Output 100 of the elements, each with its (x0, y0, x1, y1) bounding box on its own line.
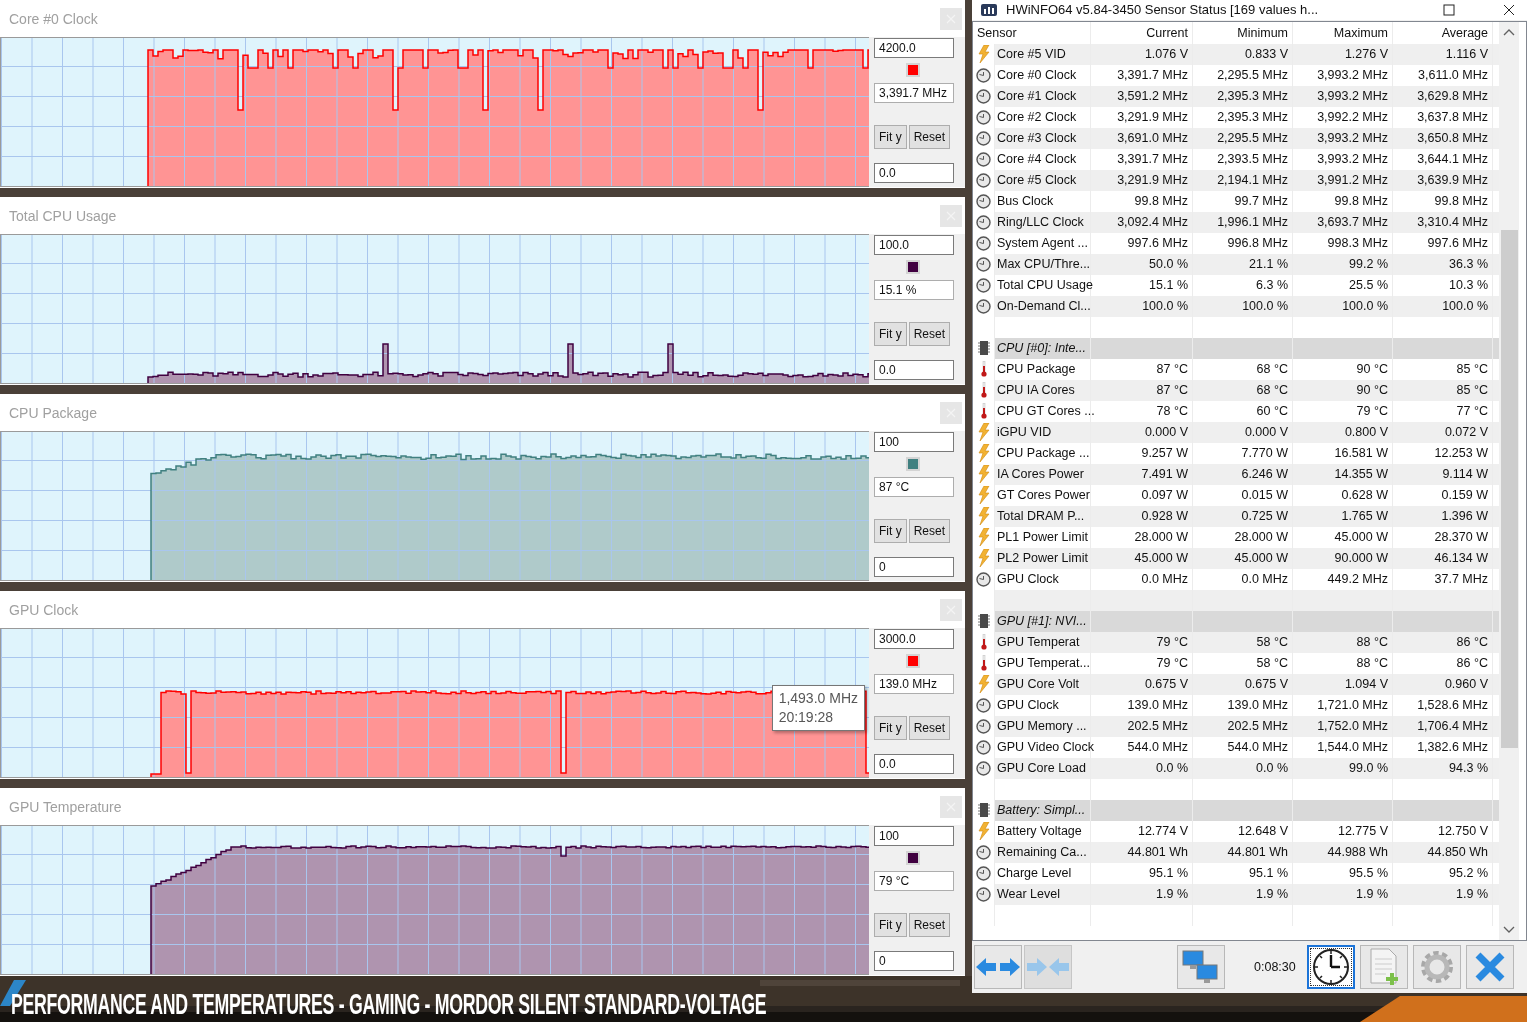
sensor-name[interactable]: Core #3 Clock (995, 127, 1091, 149)
color-swatch[interactable] (906, 457, 920, 471)
value-cell: 58 °C (1193, 652, 1293, 674)
column-header[interactable]: Average (1393, 21, 1493, 44)
value-cell: 0.000 V (1193, 421, 1293, 443)
maximize-icon[interactable] (1443, 3, 1455, 16)
sensor-name[interactable]: CPU Package ... (995, 442, 1091, 464)
max-field[interactable]: 100 (874, 826, 954, 846)
sensor-name[interactable]: Battery Voltage (995, 820, 1091, 842)
graph-button[interactable]: Fit y (874, 519, 907, 543)
sensor-name[interactable]: GPU Core Load (995, 757, 1091, 779)
min-field[interactable]: 0 (874, 951, 954, 971)
sensor-name[interactable]: Core #1 Clock (995, 85, 1091, 107)
scroll-up-icon[interactable] (1503, 27, 1515, 36)
current-value-field: 79 °C (874, 871, 954, 891)
value-cell: 1.9 % (1293, 883, 1393, 905)
sensor-name[interactable]: Wear Level (995, 883, 1091, 905)
toolbar-button[interactable] (1306, 945, 1355, 990)
sensor-name[interactable]: Max CPU/Thre... (995, 253, 1091, 275)
min-field[interactable]: 0 (874, 557, 954, 577)
sensor-name[interactable]: Ring/LLC Clock (995, 211, 1091, 233)
sensor-name[interactable]: GT Cores Power (995, 484, 1091, 506)
graph-button[interactable]: Reset (908, 125, 951, 149)
graph-button[interactable]: Reset (908, 913, 951, 937)
group-name[interactable]: CPU [#0]: Inte... (995, 337, 1091, 359)
sensor-name[interactable]: PL2 Power Limit (995, 547, 1091, 569)
graph-button[interactable]: Fit y (874, 716, 907, 740)
group-name[interactable]: GPU [#1]: NVI... (995, 610, 1091, 632)
value-cell: 60 °C (1193, 400, 1293, 422)
value-cell: 100.0 % (1091, 295, 1193, 317)
graph-button[interactable]: Reset (908, 519, 951, 543)
min-field[interactable]: 0.0 (874, 754, 954, 774)
color-swatch[interactable] (906, 260, 920, 274)
gauge-icon (976, 571, 991, 587)
sensor-name[interactable]: PL1 Power Limit (995, 526, 1091, 548)
color-swatch[interactable] (906, 63, 920, 77)
max-field[interactable]: 4200.0 (874, 38, 954, 58)
value-cell: 6.3 % (1193, 274, 1293, 296)
sensor-name[interactable]: Remaining Ca... (995, 841, 1091, 863)
sensor-name[interactable]: Core #0 Clock (995, 64, 1091, 86)
sensor-name[interactable]: GPU Clock (995, 568, 1091, 590)
value-cell: 99.0 % (1293, 757, 1393, 779)
sensor-name[interactable]: Bus Clock (995, 190, 1091, 212)
value-cell: 100.0 % (1293, 295, 1393, 317)
sensor-name[interactable]: GPU Temperat (995, 631, 1091, 653)
scroll-thumb[interactable] (1500, 229, 1518, 748)
graph-button[interactable]: Fit y (874, 125, 907, 149)
sensor-name[interactable]: Core #5 VID (995, 43, 1091, 65)
value-cell: 3,993.2 MHz (1293, 64, 1393, 86)
sensor-name[interactable]: Charge Level (995, 862, 1091, 884)
sensor-name[interactable]: Total CPU Usage (995, 274, 1091, 296)
scroll-down-icon[interactable] (1503, 926, 1515, 935)
sensor-name[interactable]: CPU Package (995, 358, 1091, 380)
column-header[interactable]: Minimum (1193, 21, 1293, 44)
group-name[interactable]: Battery: Simpl... (995, 799, 1091, 821)
column-header[interactable]: Maximum (1293, 21, 1393, 44)
min-field[interactable]: 0.0 (874, 163, 954, 183)
value-cell: 2,393.5 MHz (1193, 148, 1293, 170)
gauge-icon (976, 256, 991, 272)
column-header[interactable]: Sensor (973, 21, 1091, 44)
graph-button[interactable]: Fit y (874, 913, 907, 937)
sensor-name[interactable]: GPU Memory ... (995, 715, 1091, 737)
max-field[interactable]: 100 (874, 432, 954, 452)
value-cell: 1.094 V (1293, 673, 1393, 695)
value-cell: 68 °C (1193, 379, 1293, 401)
sensor-name[interactable]: Total DRAM P... (995, 505, 1091, 527)
max-field[interactable]: 3000.0 (874, 629, 954, 649)
value-cell: 77 °C (1393, 400, 1493, 422)
sensor-name[interactable]: CPU IA Cores (995, 379, 1091, 401)
sensor-name[interactable]: iGPU VID (995, 421, 1091, 443)
value-cell: 79 °C (1091, 652, 1193, 674)
column-header[interactable]: Current (1091, 21, 1193, 44)
value-cell: 2,194.1 MHz (1193, 169, 1293, 191)
monitors-icon (1181, 949, 1221, 986)
graph-button[interactable]: Reset (908, 716, 951, 740)
color-swatch[interactable] (906, 851, 920, 865)
gauge-icon (976, 760, 991, 776)
close-icon[interactable] (1503, 3, 1515, 16)
sensor-name[interactable]: GPU Temperat... (995, 652, 1091, 674)
value-cell: 202.5 MHz (1193, 715, 1293, 737)
gauge-icon (976, 697, 991, 713)
color-swatch[interactable] (906, 654, 920, 668)
graph-button[interactable]: Reset (908, 322, 951, 346)
value-cell: 85 °C (1393, 379, 1493, 401)
sensor-name[interactable]: Core #5 Clock (995, 169, 1091, 191)
sensor-name[interactable]: Core #2 Clock (995, 106, 1091, 128)
sensor-name[interactable]: System Agent ... (995, 232, 1091, 254)
value-cell: 6.246 W (1193, 463, 1293, 485)
max-field[interactable]: 100.0 (874, 235, 954, 255)
graph-button[interactable]: Fit y (874, 322, 907, 346)
sensor-name[interactable]: On-Demand Cl... (995, 295, 1091, 317)
value-cell: 3,391.7 MHz (1091, 64, 1193, 86)
sensor-name[interactable]: IA Cores Power (995, 463, 1091, 485)
value-cell: 12.253 W (1393, 442, 1493, 464)
sensor-name[interactable]: GPU Core Volt (995, 673, 1091, 695)
lightning-icon (977, 507, 990, 526)
min-field[interactable]: 0.0 (874, 360, 954, 380)
sensor-name[interactable]: GPU Clock (995, 694, 1091, 716)
gauge-icon (976, 67, 991, 83)
sensor-name[interactable]: Core #4 Clock (995, 148, 1091, 170)
